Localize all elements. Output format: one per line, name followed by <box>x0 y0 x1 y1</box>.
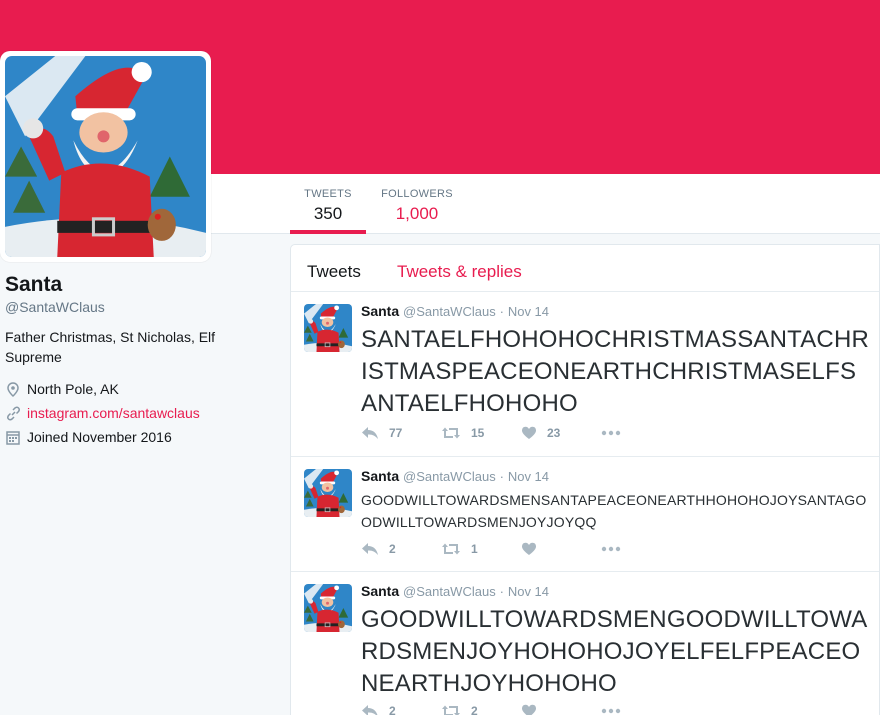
tweet-avatar[interactable] <box>304 469 352 517</box>
tab-tweets-and-replies[interactable]: Tweets & replies <box>397 262 522 282</box>
retweet-icon <box>441 426 461 440</box>
tweet-separator: · <box>499 469 504 484</box>
retweet-count: 1 <box>471 542 478 556</box>
tweet-actions: 2 1 <box>361 542 681 556</box>
profile-name[interactable]: Santa <box>5 272 275 298</box>
retweet-button[interactable]: 1 <box>441 542 521 556</box>
tweet-author-name[interactable]: Santa <box>361 303 399 319</box>
tweet-actions: 2 2 <box>361 704 681 715</box>
timeline-tabs: Tweets Tweets & replies <box>291 245 879 292</box>
tweet-text: SANTAELFHOHOHOCHRISTMASSANTACHRISTMASPEA… <box>361 326 870 417</box>
tweet-text: GOODWILLTOWARDSMENGOODWILLTOWARDSMENJOYH… <box>361 606 868 697</box>
more-button[interactable] <box>601 430 681 436</box>
retweet-button[interactable]: 15 <box>441 426 521 440</box>
profile-website[interactable]: instagram.com/santawclaus <box>5 401 275 425</box>
tweet-date[interactable]: Nov 14 <box>508 469 549 484</box>
tab-tweets[interactable]: Tweets <box>307 262 361 282</box>
like-count: 23 <box>547 426 561 440</box>
more-icon <box>601 708 621 714</box>
tweet-avatar[interactable] <box>304 584 352 632</box>
tweet-actions: 77 15 23 <box>361 426 681 440</box>
tweet-author-handle[interactable]: @SantaWClaus <box>403 304 496 319</box>
tweets-stat-label: TWEETS <box>304 188 352 200</box>
tweet-item[interactable]: Santa @SantaWClaus · Nov 14 GOODWILLTOWA… <box>291 457 879 572</box>
tweet-header: Santa @SantaWClaus · Nov 14 <box>361 303 549 319</box>
more-icon <box>601 546 621 552</box>
tweet-avatar[interactable] <box>304 304 352 352</box>
retweet-icon <box>441 704 461 715</box>
heart-icon <box>521 542 537 556</box>
map-pin-icon <box>5 381 21 397</box>
tweets-stat[interactable]: TWEETS 350 <box>290 174 366 234</box>
reply-icon <box>361 426 379 440</box>
calendar-icon <box>5 429 21 445</box>
retweet-count: 2 <box>471 704 478 715</box>
profile-meta: North Pole, AK instagram.com/santawclaus… <box>5 377 275 449</box>
like-button[interactable] <box>521 704 601 715</box>
retweet-icon <box>441 542 461 556</box>
timeline: Tweets Tweets & replies Santa @SantaWCla… <box>290 244 880 715</box>
tweet-separator: · <box>499 584 504 599</box>
like-button[interactable]: 23 <box>521 426 601 440</box>
tweet-date[interactable]: Nov 14 <box>508 304 549 319</box>
tweet-author-handle[interactable]: @SantaWClaus <box>403 469 496 484</box>
like-button[interactable] <box>521 542 601 556</box>
retweet-count: 15 <box>471 426 485 440</box>
retweet-button[interactable]: 2 <box>441 704 521 715</box>
tweet-text: GOODWILLTOWARDSMENSANTAPEACEONEARTHHOHOH… <box>361 492 867 530</box>
reply-button[interactable]: 77 <box>361 426 441 440</box>
heart-icon <box>521 704 537 715</box>
more-icon <box>601 430 621 436</box>
profile-avatar-frame <box>0 51 211 262</box>
tweet-separator: · <box>499 304 504 319</box>
heart-icon <box>521 426 537 440</box>
reply-count: 2 <box>389 542 396 556</box>
tweet-author-handle[interactable]: @SantaWClaus <box>403 584 496 599</box>
profile-joined-text: Joined November 2016 <box>27 429 172 445</box>
profile-location-text: North Pole, AK <box>27 381 119 397</box>
tweets-stat-value: 350 <box>313 204 343 223</box>
link-icon <box>5 405 21 421</box>
followers-stat-value: 1,000 <box>395 204 439 223</box>
profile-location: North Pole, AK <box>5 377 275 401</box>
profile-card: Santa @SantaWClaus Father Christmas, St … <box>5 272 275 449</box>
tweet-date[interactable]: Nov 14 <box>508 584 549 599</box>
reply-icon <box>361 704 379 715</box>
tweet-header: Santa @SantaWClaus · Nov 14 <box>361 583 549 599</box>
profile-website-link[interactable]: instagram.com/santawclaus <box>27 403 200 423</box>
reply-count: 2 <box>389 704 396 715</box>
reply-icon <box>361 542 379 556</box>
tweet-item[interactable]: Santa @SantaWClaus · Nov 14 GOODWILLTOWA… <box>291 572 879 715</box>
tweet-author-name[interactable]: Santa <box>361 468 399 484</box>
reply-count: 77 <box>389 426 403 440</box>
reply-button[interactable]: 2 <box>361 704 441 715</box>
tweet-author-name[interactable]: Santa <box>361 583 399 599</box>
followers-stat-label: FOLLOWERS <box>381 188 453 200</box>
profile-handle[interactable]: @SantaWClaus <box>5 299 275 315</box>
profile-avatar[interactable] <box>5 56 206 257</box>
profile-joined: Joined November 2016 <box>5 425 275 449</box>
tweet-header: Santa @SantaWClaus · Nov 14 <box>361 468 549 484</box>
profile-bio: Father Christmas, St Nicholas, Elf Supre… <box>5 329 216 365</box>
followers-stat[interactable]: FOLLOWERS 1,000 <box>376 174 458 234</box>
reply-button[interactable]: 2 <box>361 542 441 556</box>
more-button[interactable] <box>601 546 681 552</box>
tweet-item[interactable]: Santa @SantaWClaus · Nov 14 SANTAELFHOHO… <box>291 292 879 457</box>
more-button[interactable] <box>601 708 681 714</box>
